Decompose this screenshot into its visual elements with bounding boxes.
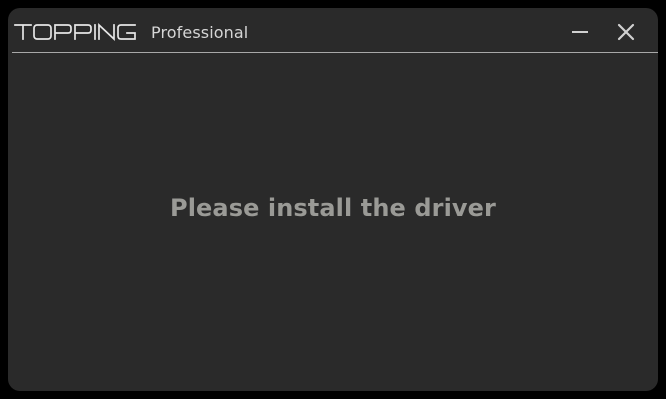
brand-subtitle: Professional [151,23,249,42]
driver-message: Please install the driver [170,194,496,222]
title-divider [12,52,658,53]
close-button[interactable] [613,19,639,45]
minimize-icon [572,31,588,33]
minimize-button[interactable] [567,19,593,45]
brand-logo [14,23,136,41]
brand: Professional [14,22,248,42]
title-bar[interactable]: Professional [8,8,658,53]
close-icon [617,23,635,41]
app-window: Professional Please install the driver [8,8,658,391]
